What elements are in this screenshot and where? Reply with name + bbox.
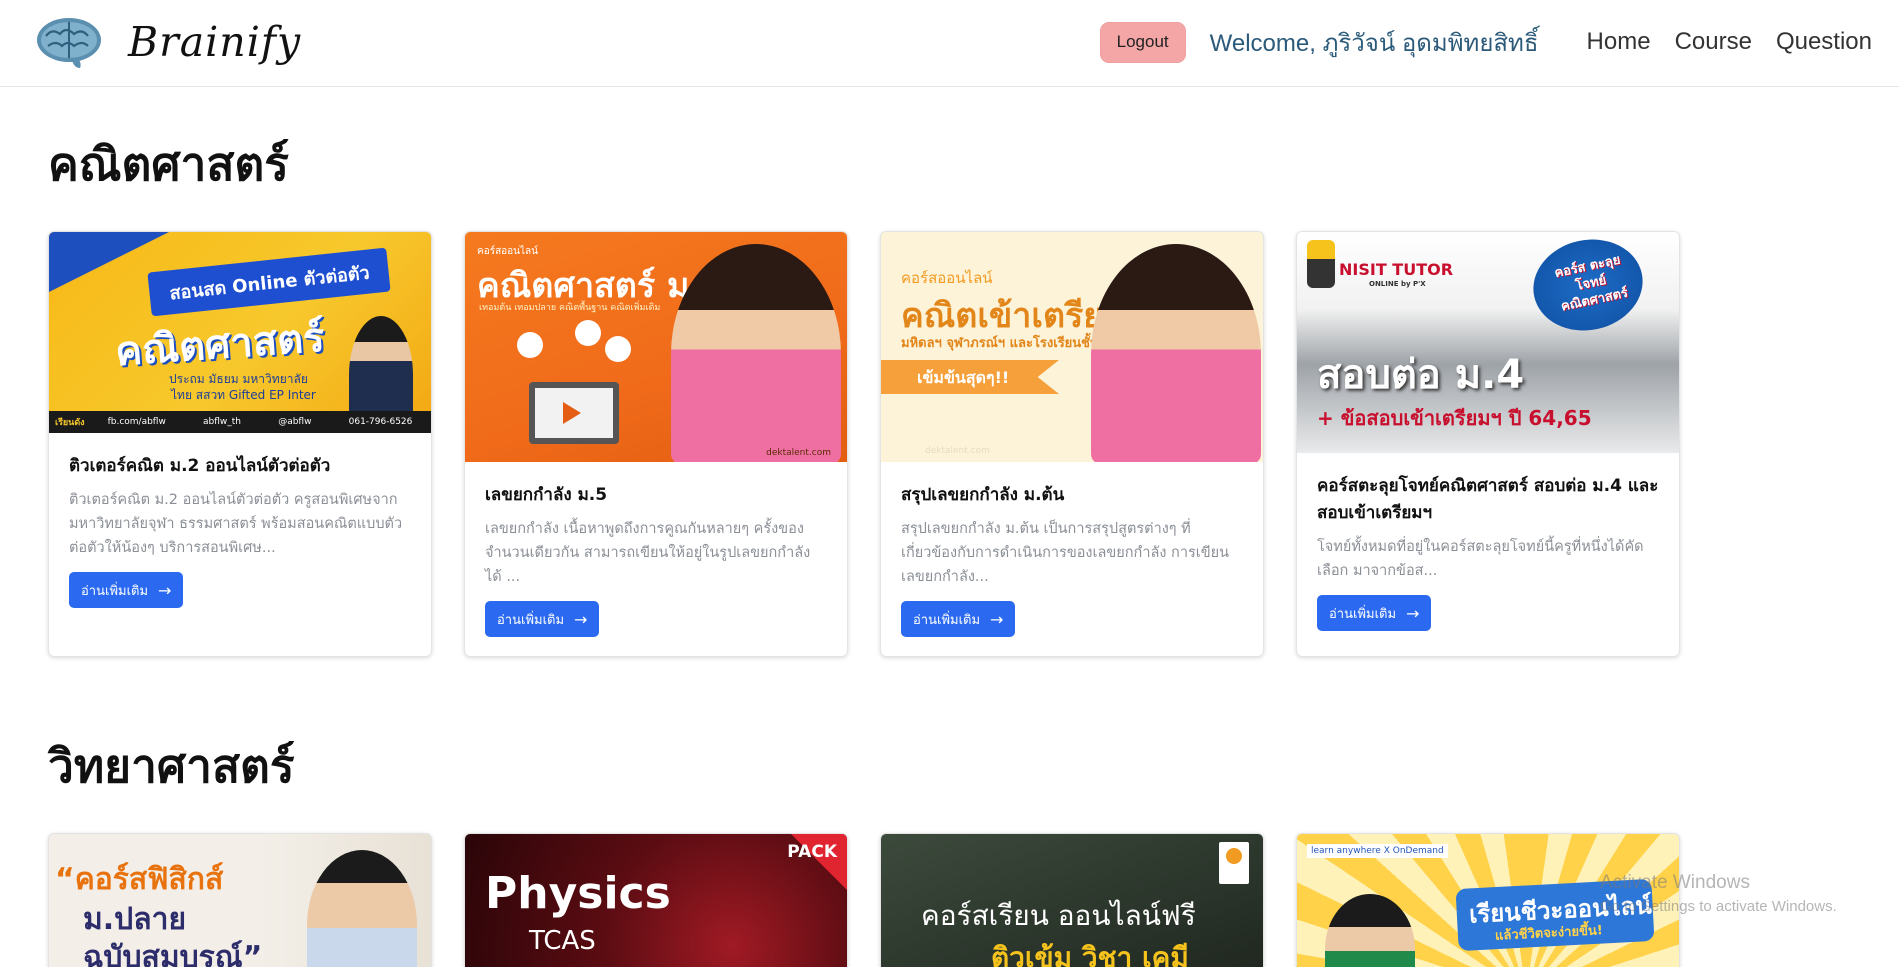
banner-footer-fb: fb.com/abflw bbox=[107, 417, 166, 427]
banner-line1: Physics bbox=[485, 868, 671, 919]
section-title-math: คณิตศาสตร์ bbox=[48, 137, 290, 191]
course-card: NISIT TUTOR ONLINE by P'X คอร์ส ตะลุยโจท… bbox=[1296, 231, 1680, 657]
course-card: PACK Physics TCAS bbox=[464, 833, 848, 967]
navbar: Brainify Logout Welcome, ภูริวัจน์ อุดมพ… bbox=[0, 0, 1899, 87]
welcome-prefix: Welcome, bbox=[1209, 29, 1316, 57]
user-name[interactable]: ภูริวัจน์ อุดมพิทยสิทธิ์ bbox=[1323, 30, 1539, 57]
course-card: สอนสด Online ตัวต่อตัว คณิตศาสตร์ ประถม … bbox=[48, 231, 432, 657]
brain-icon bbox=[37, 18, 101, 68]
course-card: “คอร์สฟิสิกส์ ม.ปลาย ฉบับสมบูรณ์” bbox=[48, 833, 432, 967]
brand-name: Brainify bbox=[128, 18, 302, 66]
logo-mark-icon bbox=[1226, 848, 1242, 864]
card-title[interactable]: คอร์สตะลุยโจทย์คณิตศาสตร์ สอบต่อ ม.4 และ… bbox=[1317, 473, 1659, 527]
arrow-right-icon: → bbox=[158, 580, 172, 600]
banner-tags: เทอมต้น เทอมปลาย คณิตพื้นฐาน คณิตเพิ่มเต… bbox=[479, 303, 661, 313]
banner-footer-line: @abflw bbox=[278, 417, 312, 427]
read-more-button[interactable]: อ่านเพิ่มเติม → bbox=[69, 572, 184, 608]
read-more-button[interactable]: อ่านเพิ่มเติม → bbox=[485, 601, 600, 637]
nav-right: Logout Welcome, ภูริวัจน์ อุดมพิทยสิทธิ์… bbox=[1099, 21, 1872, 63]
arrow-right-icon: → bbox=[574, 609, 588, 629]
banner-line2: + ข้อสอบเข้าเตรียมฯ ปี 64,65 bbox=[1317, 406, 1592, 430]
banner-line4: ไทย สสวท Gifted EP Inter bbox=[171, 388, 316, 402]
read-more-button[interactable]: อ่านเพิ่มเติม → bbox=[901, 601, 1016, 637]
watermark-line2: Go to Settings to activate Windows. bbox=[1600, 898, 1837, 915]
nav-course[interactable]: Course bbox=[1675, 28, 1752, 56]
banner-line2: มหิดลฯ จุฬาภรณ์ฯ และโรงเรียนชั้นนำ bbox=[901, 336, 1116, 351]
banner-brand-sub: ONLINE by P'X bbox=[1369, 280, 1426, 288]
banner-footer: dektalent.com bbox=[925, 446, 990, 456]
banner-corner: เรียนดัง bbox=[55, 418, 85, 428]
banner-tag: PACK bbox=[787, 842, 837, 862]
course-banner[interactable]: คอร์สเรียน ออนไลน์ฟรี ติวเข้ม วิชา เคมี bbox=[881, 834, 1263, 967]
card-title[interactable]: ติวเตอร์คณิต ม.2 ออนไลน์ตัวต่อตัว bbox=[69, 453, 411, 480]
tutor-photo bbox=[1325, 894, 1415, 967]
card-body: คอร์สตะลุยโจทย์คณิตศาสตร์ สอบต่อ ม.4 และ… bbox=[1297, 453, 1679, 631]
formula-bubble bbox=[517, 332, 543, 358]
arrow-right-icon: → bbox=[1406, 603, 1420, 623]
course-banner[interactable]: สอนสด Online ตัวต่อตัว คณิตศาสตร์ ประถม … bbox=[49, 232, 431, 433]
banner-ribbon-text: เข้มข้นสุดๆ!! bbox=[917, 368, 1010, 387]
card-description: ติวเตอร์คณิต ม.2 ออนไลน์ตัวต่อตัว ครูสอน… bbox=[69, 492, 403, 556]
trig-bubble bbox=[605, 336, 631, 362]
section-title-science: วิทยาศาสตร์ bbox=[48, 739, 295, 793]
banner-line3: ฉบับสมบูรณ์” bbox=[83, 940, 263, 967]
course-banner[interactable]: PACK Physics TCAS bbox=[465, 834, 847, 967]
card-description: โจทย์ทั้งหมดที่อยู่ในคอร์สตะลุยโจทย์นี้ค… bbox=[1317, 539, 1644, 579]
banner-footer: dektalent.com bbox=[766, 448, 831, 458]
brand[interactable]: Brainify bbox=[34, 14, 301, 70]
banner-line1: สอบต่อ ม.4 bbox=[1317, 352, 1525, 398]
read-more-label: อ่านเพิ่มเติม bbox=[913, 612, 981, 628]
banner-footer-ig: abflw_th bbox=[203, 417, 242, 427]
welcome-text: Welcome, ภูริวัจน์ อุดมพิทยสิทธิ์ bbox=[1210, 23, 1539, 62]
watermark-line1: Activate Windows bbox=[1600, 872, 1750, 893]
banner-line2: TCAS bbox=[529, 926, 596, 956]
info-bubble bbox=[575, 320, 601, 346]
banner-brand: NISIT TUTOR bbox=[1339, 260, 1454, 279]
course-card: คอร์สออนไลน์ คณิตศาสตร์ ม.5 เทอมต้น เทอม… bbox=[464, 231, 848, 657]
banner-brands: learn anywhere X OnDemand bbox=[1307, 844, 1448, 858]
course-banner[interactable]: คอร์สออนไลน์ คณิตเข้าเตรียมฯ มหิดลฯ จุฬา… bbox=[881, 232, 1263, 462]
nav-question[interactable]: Question bbox=[1776, 28, 1872, 56]
tutor-mascot bbox=[1307, 240, 1335, 288]
tutor-photo bbox=[307, 850, 417, 967]
banner-line1: คอร์สเรียน ออนไลน์ฟรี bbox=[921, 899, 1196, 932]
nav-home[interactable]: Home bbox=[1587, 28, 1651, 56]
card-body: ติวเตอร์คณิต ม.2 ออนไลน์ตัวต่อตัว ติวเตอ… bbox=[49, 433, 431, 608]
banner-line2: ติวเข้ม วิชา เคมี bbox=[991, 941, 1189, 967]
card-body: เลขยกกำลัง ม.5 เลขยกกำลัง เนื้อหาพูดถึงก… bbox=[465, 462, 847, 637]
card-description: เลขยกกำลัง เนื้อหาพูดถึงการคูณกันหลายๆ ค… bbox=[485, 521, 811, 585]
activate-windows-watermark: Activate Windows Go to Settings to activ… bbox=[1600, 872, 1837, 915]
logout-button[interactable]: Logout bbox=[1099, 21, 1186, 63]
course-banner[interactable]: คอร์สออนไลน์ คณิตศาสตร์ ม.5 เทอมต้น เทอม… bbox=[465, 232, 847, 462]
arrow-right-icon: → bbox=[990, 609, 1004, 629]
card-description: สรุปเลขยกกำลัง ม.ต้น เป็นการสรุปสูตรต่าง… bbox=[901, 521, 1230, 585]
banner-footer: fb.com/abflw abflw_th @abflw 061-796-652… bbox=[49, 411, 431, 433]
banner-small: คอร์สออนไลน์ bbox=[901, 269, 993, 287]
banner-small: คอร์สออนไลน์ bbox=[477, 246, 539, 257]
course-banner[interactable]: “คอร์สฟิสิกส์ ม.ปลาย ฉบับสมบูรณ์” bbox=[49, 834, 431, 967]
card-title[interactable]: สรุปเลขยกกำลัง ม.ต้น bbox=[901, 482, 1243, 509]
tutor-photo bbox=[671, 244, 841, 462]
read-more-label: อ่านเพิ่มเติม bbox=[497, 612, 565, 628]
tutor-photo bbox=[1091, 244, 1261, 462]
read-more-label: อ่านเพิ่มเติม bbox=[81, 583, 149, 599]
course-banner[interactable]: NISIT TUTOR ONLINE by P'X คอร์ส ตะลุยโจท… bbox=[1297, 232, 1679, 453]
card-body: สรุปเลขยกกำลัง ม.ต้น สรุปเลขยกกำลัง ม.ต้… bbox=[881, 462, 1263, 637]
banner-footer-phone: 061-796-6526 bbox=[348, 417, 413, 427]
course-card: คอร์สออนไลน์ คณิตเข้าเตรียมฯ มหิดลฯ จุฬา… bbox=[880, 231, 1264, 657]
read-more-button[interactable]: อ่านเพิ่มเติม → bbox=[1317, 595, 1432, 631]
course-card: คอร์สเรียน ออนไลน์ฟรี ติวเข้ม วิชา เคมี bbox=[880, 833, 1264, 967]
play-icon bbox=[563, 402, 581, 424]
card-title[interactable]: เลขยกกำลัง ม.5 bbox=[485, 482, 827, 509]
read-more-label: อ่านเพิ่มเติม bbox=[1329, 606, 1397, 622]
